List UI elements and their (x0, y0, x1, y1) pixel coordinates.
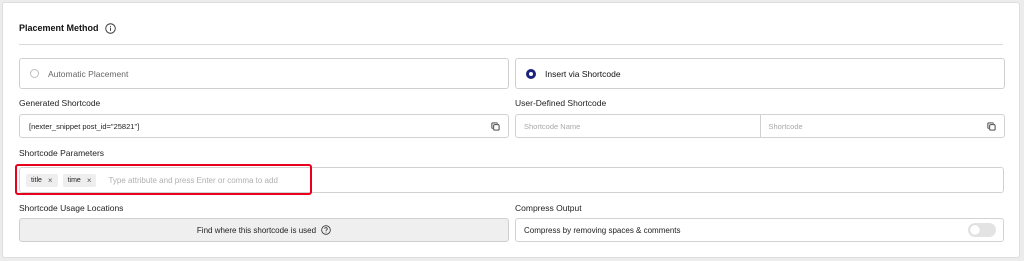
compress-output-label: Compress Output (515, 203, 582, 213)
find-usage-button-label: Find where this shortcode is used (196, 225, 317, 235)
parameter-tag-time: time × (62, 173, 97, 187)
radio-insert-via-shortcode[interactable]: Insert via Shortcode (515, 58, 1005, 89)
shortcode-parameters-label: Shortcode Parameters (19, 148, 105, 158)
generated-shortcode-label: Generated Shortcode (19, 98, 101, 108)
find-usage-button[interactable]: Find where this shortcode is used (19, 218, 509, 242)
toggle-knob (970, 225, 980, 235)
tag-label: time (67, 176, 81, 184)
compress-output-field: Compress by removing spaces & comments (515, 218, 1004, 242)
radio-automatic-placement[interactable]: Automatic Placement (19, 58, 509, 89)
tag-label: title (31, 176, 42, 184)
help-icon (321, 225, 331, 235)
parameter-input[interactable] (106, 174, 511, 186)
remove-tag-icon[interactable]: × (87, 176, 92, 185)
shortcode-input[interactable]: Shortcode (759, 115, 1005, 137)
generated-shortcode-value: [nexter_snippet post_id="25821"] (29, 121, 140, 131)
compress-option-text: Compress by removing spaces & comments (524, 225, 681, 235)
radio-button[interactable] (30, 69, 39, 78)
section-header: Placement Method (19, 21, 116, 35)
user-defined-shortcode-label: User-Defined Shortcode (515, 98, 607, 108)
copy-icon[interactable] (987, 121, 996, 131)
parameter-tag-title: title × (26, 173, 58, 187)
usage-locations-label: Shortcode Usage Locations (19, 203, 124, 213)
radio-label: Automatic Placement (48, 68, 129, 79)
shortcode-placeholder: Shortcode (768, 121, 803, 131)
shortcode-name-input[interactable]: Shortcode Name (516, 115, 760, 137)
radio-label: Insert via Shortcode (545, 68, 621, 79)
divider (19, 44, 1003, 45)
copy-icon[interactable] (491, 121, 500, 131)
info-icon[interactable] (104, 22, 116, 34)
section-title: Placement Method (19, 23, 99, 33)
remove-tag-icon[interactable]: × (48, 176, 53, 185)
shortcode-parameters-field[interactable]: title × time × (19, 167, 1004, 193)
radio-button-selected[interactable] (526, 68, 536, 79)
user-defined-shortcode-field: Shortcode Name Shortcode (515, 114, 1005, 138)
compress-toggle[interactable] (968, 223, 996, 237)
generated-shortcode-field[interactable]: [nexter_snippet post_id="25821"] (19, 114, 509, 138)
